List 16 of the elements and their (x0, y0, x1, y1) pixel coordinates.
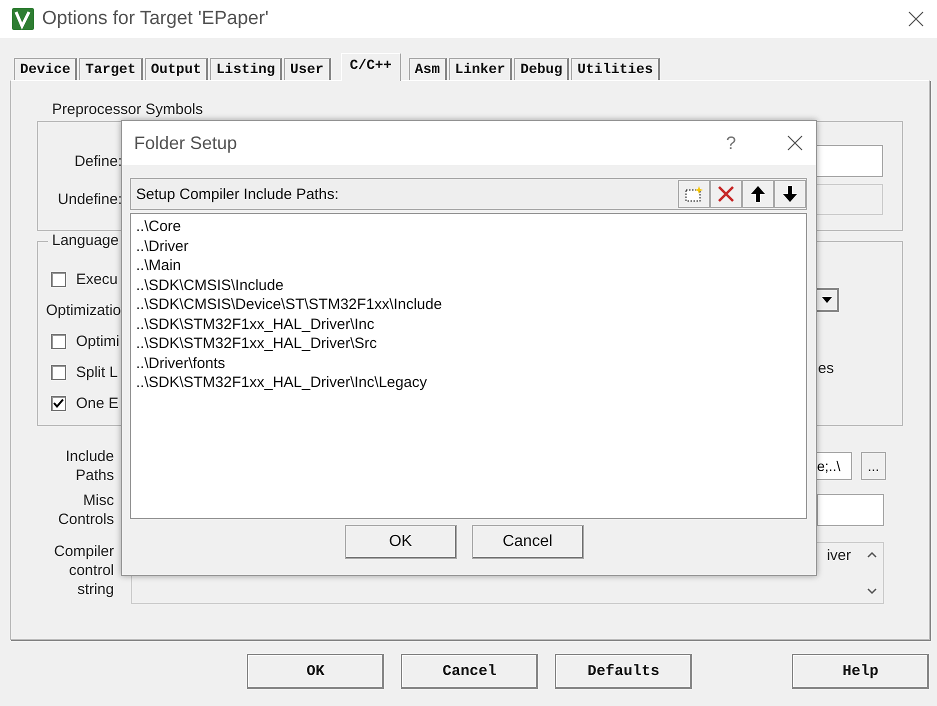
checkbox-label: Execu (76, 271, 118, 288)
dialog-title: Folder Setup (134, 132, 238, 154)
checkbox-label: One E (76, 395, 119, 412)
include-paths-label: Include Paths (64, 447, 114, 485)
list-heading: Setup Compiler Include Paths: (135, 186, 340, 202)
option-label: es (818, 360, 834, 377)
undefine-label: Undefine: (56, 190, 122, 208)
group-title: Language (48, 232, 123, 249)
optimization-label: Optimizatio (46, 302, 122, 319)
compiler-string-text: iver (826, 547, 851, 564)
compiler-string-label: Compiler control string (52, 542, 114, 599)
checkbox-label: Optimi (76, 333, 120, 350)
misc-controls-label: Misc Controls (57, 491, 114, 529)
window-title: Options for Target 'EPaper' (42, 8, 270, 30)
checkbox-label: Split L (76, 364, 118, 381)
define-label: Define: (73, 152, 122, 170)
